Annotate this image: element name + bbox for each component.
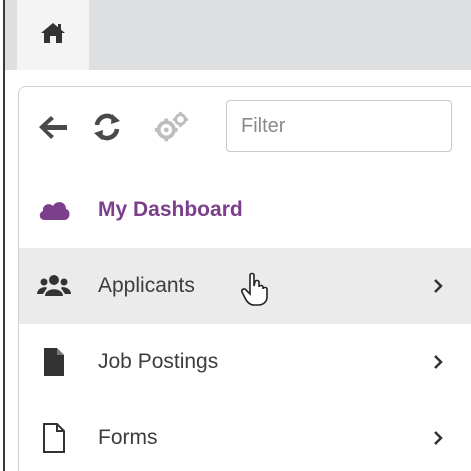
home-tab[interactable]: [17, 0, 89, 70]
users-icon: [37, 269, 71, 303]
chevron-right-icon: [431, 276, 445, 296]
menu-item-label: Job Postings: [98, 350, 219, 373]
menu-toolbar: [19, 87, 471, 171]
filter-input[interactable]: [226, 100, 452, 152]
side-menu-panel: My Dashboard Applicants: [18, 86, 471, 471]
home-icon: [40, 21, 66, 50]
file-outline-icon: [37, 421, 71, 455]
nav-menu: My Dashboard Applicants Job Postings For…: [19, 172, 471, 471]
file-icon: [37, 345, 71, 379]
menu-item-label: Applicants: [98, 274, 195, 297]
menu-item-label: My Dashboard: [98, 198, 243, 221]
refresh-icon[interactable]: [89, 109, 125, 145]
window-left-edge: [0, 0, 5, 471]
chevron-right-icon: [431, 352, 445, 372]
gears-icon[interactable]: [153, 109, 189, 145]
menu-item-applicants[interactable]: Applicants: [19, 248, 471, 324]
arrow-left-icon[interactable]: [35, 109, 71, 145]
menu-item-my-dashboard[interactable]: My Dashboard: [19, 172, 471, 248]
menu-item-job-postings[interactable]: Job Postings: [19, 324, 471, 400]
top-bar: [5, 0, 471, 70]
menu-item-forms[interactable]: Forms: [19, 400, 471, 471]
hand-pointer-cursor-icon: [241, 272, 271, 306]
chevron-right-icon: [431, 428, 445, 448]
menu-item-label: Forms: [98, 426, 158, 449]
cloud-icon: [37, 193, 71, 227]
